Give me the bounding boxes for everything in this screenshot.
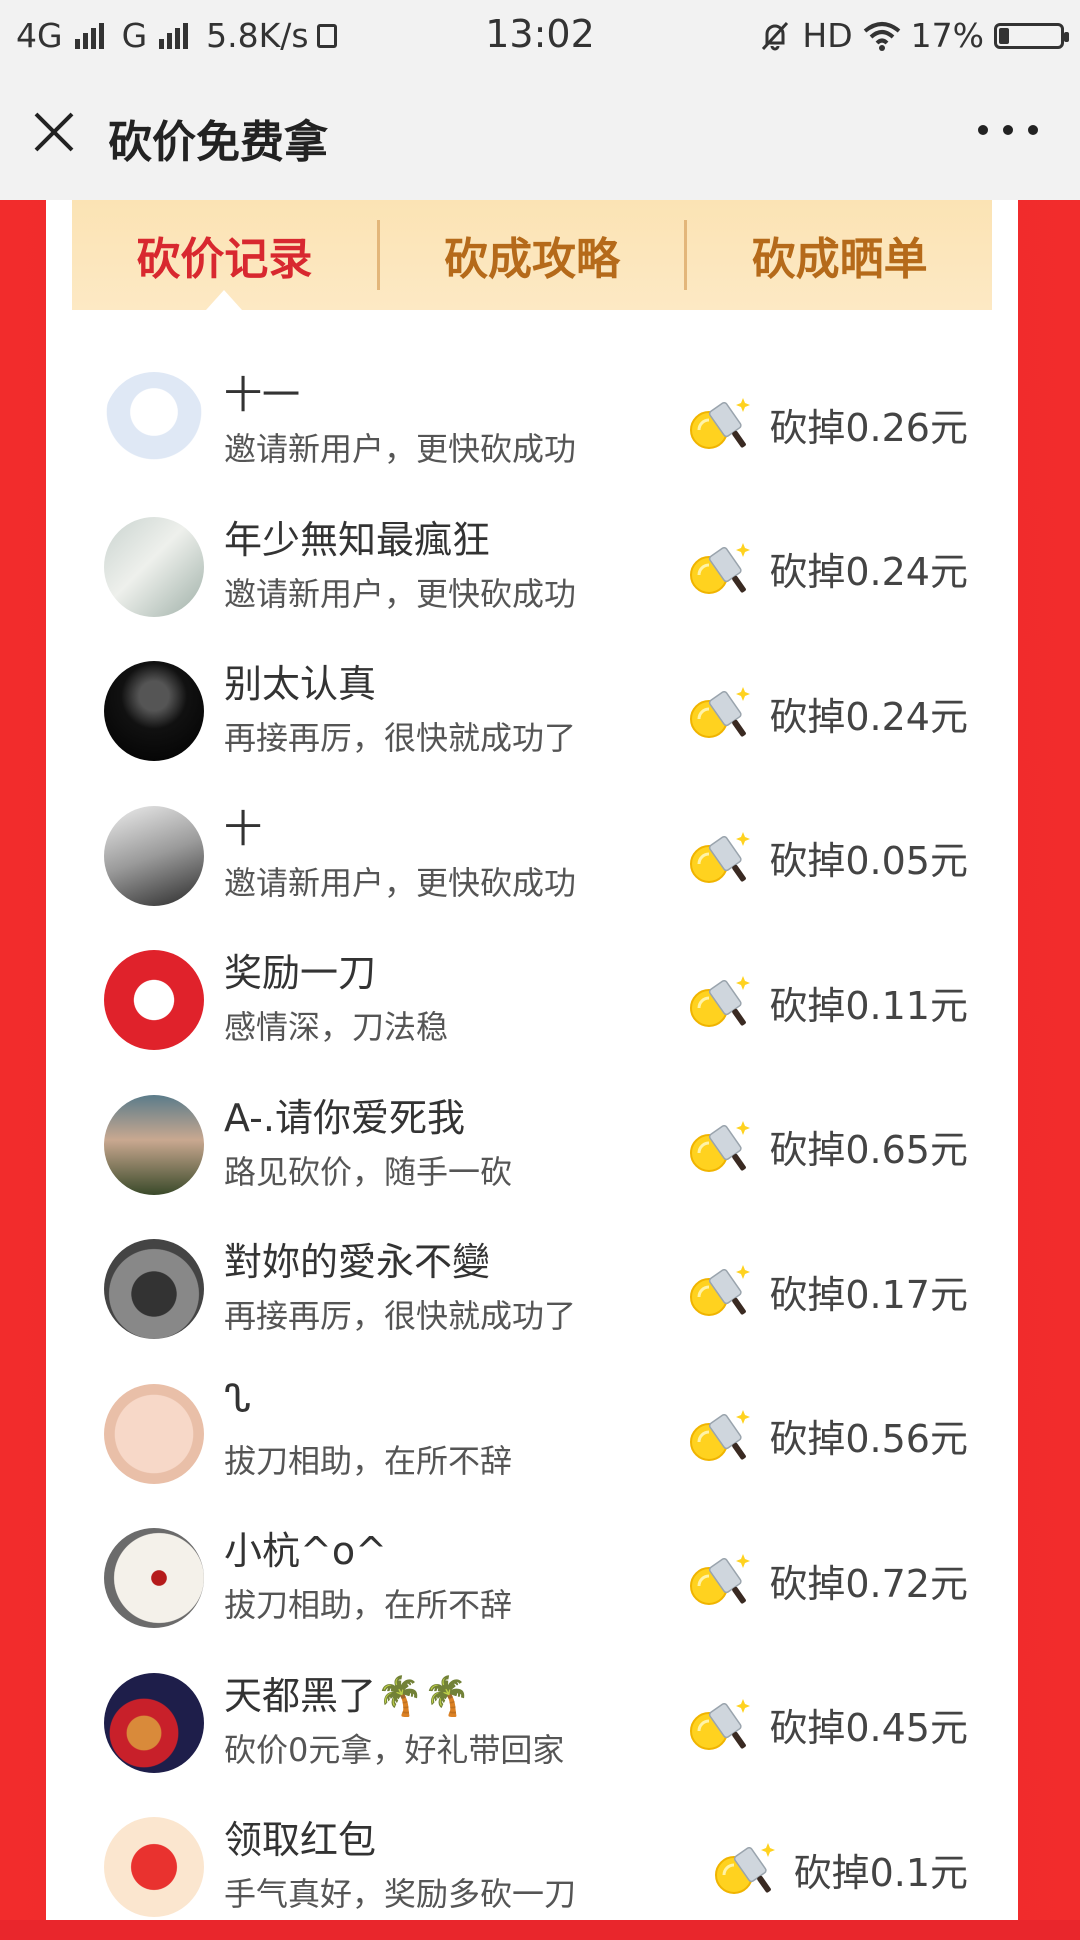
knife-coin-icon xyxy=(690,831,751,883)
cut-amount: 砍掉0.24元 xyxy=(687,683,968,743)
user-name: ᔐ xyxy=(224,1375,252,1420)
title-bar: 砍价免费拿 xyxy=(0,74,1080,201)
cut-amount: 砍掉0.72元 xyxy=(687,1550,968,1610)
knife-coin-icon xyxy=(690,1265,751,1316)
cut-amount: 砍掉0.65元 xyxy=(687,1117,968,1177)
record-message: 邀请新用户，更快砍成功 xyxy=(224,863,577,902)
page-title: 砍价免费拿 xyxy=(108,117,328,168)
user-name: 别太认真 xyxy=(224,662,377,706)
knife-coin-icon xyxy=(690,1120,751,1172)
record-message: 再接再厉，很快就成功了 xyxy=(224,719,577,757)
avatar xyxy=(104,372,204,472)
user-name: 對妳的愛永不變 xyxy=(224,1240,491,1284)
cut-amount: 砍掉0.45元 xyxy=(687,1695,968,1755)
avatar xyxy=(104,1094,204,1195)
record-row: 领取红包 手气真好，奖励多砍一刀 砍掉0.1元 xyxy=(46,1795,1018,1940)
record-message: 手气真好，奖励多砍一刀 xyxy=(224,1875,577,1913)
avatar xyxy=(104,1383,204,1484)
avatar xyxy=(104,1672,204,1773)
avatar xyxy=(104,950,204,1050)
record-message: 邀请新用户，更快砍成功 xyxy=(224,430,577,468)
avatar xyxy=(104,1239,204,1339)
record-row: A-.请你爱死我 路见砍价，随手一砍 砍掉0.65元 xyxy=(46,1073,1018,1218)
avatar xyxy=(104,1528,204,1628)
active-tab-pointer xyxy=(206,290,242,310)
cut-amount: 砍掉0.1元 xyxy=(712,1839,968,1899)
cut-amount-text: 砍掉0.56元 xyxy=(769,1417,968,1461)
cut-amount-text: 砍掉0.05元 xyxy=(769,839,968,883)
cut-amount: 砍掉0.05元 xyxy=(687,828,968,888)
user-name: 领取红包 xyxy=(224,1818,377,1862)
cut-amount: 砍掉0.56元 xyxy=(687,1406,968,1466)
knife-coin-icon xyxy=(714,1843,775,1894)
record-row: 年少無知最瘋狂 邀请新用户，更快砍成功 砍掉0.24元 xyxy=(46,495,1018,640)
record-message: 感情深，刀法稳 xyxy=(224,1008,449,1046)
battery-percent: 17% xyxy=(910,16,984,55)
hd-label: HD xyxy=(802,16,853,55)
dot-icon xyxy=(1028,125,1038,135)
record-row: 十一 邀请新用户，更快砍成功 砍掉0.26元 xyxy=(46,350,1018,495)
cut-amount-text: 砍掉0.24元 xyxy=(769,694,968,739)
user-name: 天都黑了🌴🌴 xyxy=(224,1673,471,1718)
knife-coin-icon xyxy=(690,687,751,738)
record-message: 邀请新用户，更快砍成功 xyxy=(224,574,577,613)
wifi-icon xyxy=(863,21,900,51)
avatar xyxy=(104,1817,204,1917)
knife-coin-icon xyxy=(690,1409,751,1461)
record-row: 十 邀请新用户，更快砍成功 砍掉0.05元 xyxy=(46,784,1018,929)
record-message: 砍价0元拿，好礼带回家 xyxy=(224,1730,565,1769)
user-name: 小杭^o^ xyxy=(224,1529,387,1573)
dot-icon xyxy=(978,125,988,135)
cut-amount-text: 砍掉0.45元 xyxy=(769,1706,968,1750)
knife-coin-icon xyxy=(690,1554,751,1605)
user-name: A-.请你爱死我 xyxy=(224,1095,465,1140)
user-name: 年少無知最瘋狂 xyxy=(224,517,491,562)
cut-amount-text: 砍掉0.11元 xyxy=(769,983,968,1028)
cut-amount-text: 砍掉0.72元 xyxy=(769,1561,968,1606)
record-row: 小杭^o^ 拔刀相助，在所不辞 砍掉0.72元 xyxy=(46,1506,1018,1651)
user-name: 十 xyxy=(224,806,263,851)
tab-cut-showcase[interactable]: 砍成晒单 xyxy=(687,200,992,310)
more-options-button[interactable] xyxy=(978,110,1038,150)
cut-records-list: 十一 邀请新用户，更快砍成功 砍掉0.26元 年少無知最瘋狂 邀请新用户，更快砍… xyxy=(46,350,1018,1940)
knife-coin-icon xyxy=(690,398,751,449)
avatar xyxy=(104,516,204,617)
cut-amount-text: 砍掉0.24元 xyxy=(769,550,968,594)
knife-coin-icon xyxy=(690,1698,751,1750)
knife-coin-icon xyxy=(690,542,751,594)
battery-icon xyxy=(994,22,1069,49)
cut-amount-text: 砍掉0.1元 xyxy=(793,1850,968,1895)
cut-amount-text: 砍掉0.17元 xyxy=(769,1272,968,1317)
cut-amount-text: 砍掉0.65元 xyxy=(769,1128,968,1172)
cut-amount-text: 砍掉0.26元 xyxy=(769,405,968,450)
record-row: 對妳的愛永不變 再接再厉，很快就成功了 砍掉0.17元 xyxy=(46,1217,1018,1362)
cut-amount: 砍掉0.26元 xyxy=(687,394,968,454)
record-message: 拔刀相助，在所不辞 xyxy=(224,1441,513,1480)
record-row: ᔐ 拔刀相助，在所不辞 砍掉0.56元 xyxy=(46,1362,1018,1507)
user-name: 奖励一刀 xyxy=(224,951,377,995)
user-name: 十一 xyxy=(224,373,301,417)
dot-icon xyxy=(1003,125,1013,135)
record-message: 再接再厉，很快就成功了 xyxy=(224,1297,577,1335)
close-icon[interactable] xyxy=(30,108,78,156)
cut-amount: 砍掉0.17元 xyxy=(687,1261,968,1321)
avatar xyxy=(104,661,204,761)
cut-amount: 砍掉0.24元 xyxy=(687,539,968,599)
record-message: 拔刀相助，在所不辞 xyxy=(224,1586,513,1624)
status-bar: 4G G 5.8K/s 13:02 HD 17% xyxy=(0,0,1080,74)
knife-coin-icon xyxy=(690,976,751,1027)
tab-cut-guide[interactable]: 砍成攻略 xyxy=(380,200,685,310)
record-message: 路见砍价，随手一砍 xyxy=(224,1152,513,1191)
record-row: 天都黑了🌴🌴 砍价0元拿，好礼带回家 砍掉0.45元 xyxy=(46,1651,1018,1796)
cut-amount: 砍掉0.11元 xyxy=(687,972,968,1032)
avatar xyxy=(104,805,204,906)
record-row: 别太认真 再接再厉，很快就成功了 砍掉0.24元 xyxy=(46,639,1018,784)
mute-bell-icon xyxy=(762,21,789,50)
record-row: 奖励一刀 感情深，刀法稳 砍掉0.11元 xyxy=(46,928,1018,1073)
